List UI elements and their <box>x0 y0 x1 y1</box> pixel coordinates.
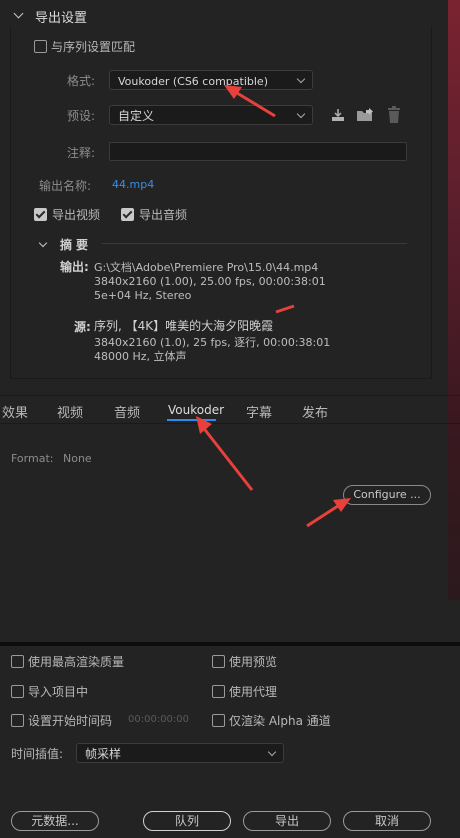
source-summary-label: 源: <box>74 320 91 334</box>
chevron-down-icon <box>13 8 24 19</box>
import-into-project-checkbox[interactable] <box>11 685 24 698</box>
match-sequence-checkbox[interactable] <box>34 40 47 53</box>
annotation-arrow-format <box>224 85 276 118</box>
configure-button[interactable]: Configure ... <box>343 485 431 505</box>
export-settings-title: 导出设置 <box>35 11 88 26</box>
export-video-label: 导出视频 <box>52 208 101 222</box>
annotation-arrow-configure <box>306 498 351 528</box>
source-summary-line: 48000 Hz, 立体声 <box>94 350 187 363</box>
voukoder-format-label: Format: <box>11 452 54 465</box>
chevron-down-icon <box>267 747 277 757</box>
output-name-link[interactable]: 44.mp4 <box>112 178 154 191</box>
use-previews-label: 使用预览 <box>229 655 278 669</box>
delete-preset-icon[interactable] <box>386 106 402 124</box>
panel-divider <box>0 642 460 646</box>
queue-button[interactable]: 队列 <box>143 811 231 831</box>
use-proxies-label: 使用代理 <box>229 685 278 699</box>
output-summary-line: 3840x2160 (1.00), 25.00 fps, 00:00:38:01 <box>94 275 326 288</box>
save-preset-icon[interactable] <box>330 107 346 123</box>
use-previews-checkbox[interactable] <box>212 655 225 668</box>
annotation-arrow-voukoder-tab <box>196 416 254 491</box>
chevron-down-icon <box>296 74 306 84</box>
format-label: 格式: <box>67 74 96 88</box>
export-video-checkbox[interactable] <box>34 208 47 221</box>
cancel-button[interactable]: 取消 <box>343 811 431 831</box>
output-name-label: 输出名称: <box>39 179 92 193</box>
tab-audio[interactable]: 音频 <box>114 402 140 421</box>
render-alpha-only-checkbox[interactable] <box>212 714 225 727</box>
voukoder-format-value: None <box>63 452 92 465</box>
metadata-button[interactable]: 元数据... <box>11 811 99 831</box>
export-audio-label: 导出音频 <box>139 208 188 222</box>
output-summary-line: G:\文档\Adobe\Premiere Pro\15.0\44.mp4 <box>94 261 319 274</box>
set-start-timecode-label: 设置开始时间码 <box>28 714 113 728</box>
render-alpha-only-label: 仅渲染 Alpha 通道 <box>229 714 331 728</box>
source-summary-line: 序列, 【4K】唯美的大海夕阳晚霞 <box>94 319 274 333</box>
preset-label: 预设: <box>67 109 96 123</box>
set-start-timecode-checkbox[interactable] <box>11 714 24 727</box>
max-render-quality-label: 使用最高渲染质量 <box>28 655 125 669</box>
preset-value: 自定义 <box>118 109 155 123</box>
export-button[interactable]: 导出 <box>243 811 331 831</box>
tab-effects[interactable]: 效果 <box>2 402 28 421</box>
tab-publish[interactable]: 发布 <box>302 402 328 421</box>
time-interpolation-select[interactable]: 帧采样 <box>76 743 284 763</box>
comment-label: 注释: <box>67 146 96 160</box>
start-timecode-value[interactable]: 00:00:00:00 <box>128 714 189 725</box>
background-preview-strip <box>448 0 460 600</box>
export-audio-checkbox[interactable] <box>121 208 134 221</box>
chevron-down-icon <box>296 109 306 119</box>
tabs-top-divider <box>0 395 460 396</box>
annotation-mark-summary <box>275 304 295 314</box>
time-interpolation-value: 帧采样 <box>85 747 122 761</box>
import-into-project-label: 导入项目中 <box>28 685 89 699</box>
tab-video[interactable]: 视频 <box>57 402 83 421</box>
output-summary-label: 输出: <box>60 260 89 274</box>
max-render-quality-checkbox[interactable] <box>11 655 24 668</box>
time-interpolation-label: 时间插值: <box>11 747 64 761</box>
output-summary-line: 5e+04 Hz, Stereo <box>94 289 192 302</box>
comment-input[interactable] <box>109 142 407 161</box>
use-proxies-checkbox[interactable] <box>212 685 225 698</box>
summary-title: 摘要 <box>60 238 93 252</box>
import-preset-icon[interactable] <box>356 107 374 123</box>
match-sequence-label: 与序列设置匹配 <box>51 40 136 54</box>
source-summary-line: 3840x2160 (1.0), 25 fps, 逐行, 00:00:38:01 <box>94 336 331 349</box>
summary-divider <box>102 243 407 244</box>
